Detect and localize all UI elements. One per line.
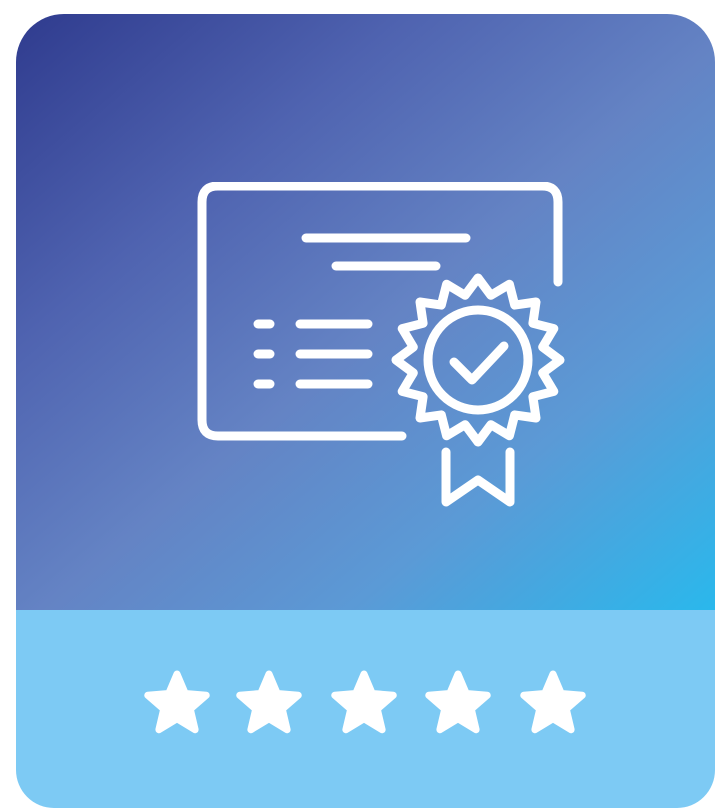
- star-icon: [425, 670, 491, 734]
- star-icon: [236, 670, 302, 734]
- star-icon: [520, 670, 586, 734]
- card-header-gradient: [16, 14, 715, 610]
- certificate-card: [16, 14, 715, 808]
- certificate-award-icon: [197, 182, 565, 507]
- star-icon: [331, 670, 397, 734]
- star-icon: [144, 670, 210, 734]
- star-rating: [16, 668, 715, 740]
